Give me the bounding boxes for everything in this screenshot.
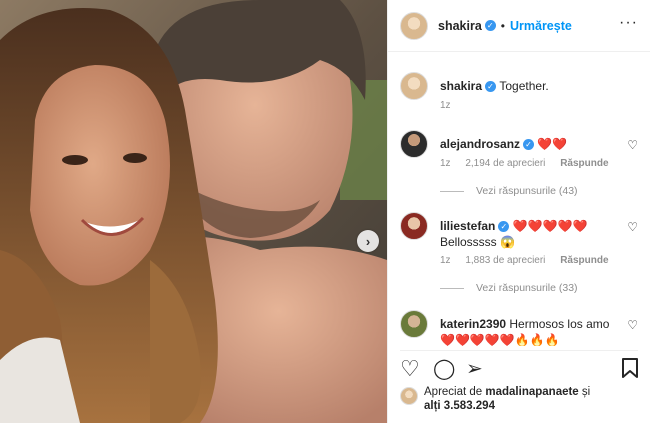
like-heart-icon[interactable]: ♡ [400, 358, 420, 380]
view-replies-label: Vezi răspunsurile (43) [476, 185, 578, 197]
likes-prefix: Apreciat de [424, 386, 483, 398]
comment-icon[interactable]: ◯ [433, 359, 455, 379]
follow-button[interactable]: Urmărește [510, 19, 572, 33]
comment-text: liliestefan ✓ ❤️❤️❤️❤️❤️ Bellosssss 😱 [440, 218, 618, 250]
next-photo-button[interactable]: › [357, 230, 379, 252]
divider-line [440, 190, 464, 192]
view-replies-button[interactable]: Vezi răspunsurile (33) [440, 282, 578, 294]
instagram-post: › shakira ✓ • Urmărește ··· shakira ✓ Tog… [0, 0, 650, 423]
caption-body: Together. [499, 79, 549, 93]
likes-text: Apreciat de madalinapanaete și alți 3.58… [424, 385, 590, 413]
verified-badge-icon: ✓ [523, 139, 535, 151]
comment-body: ❤️❤️❤️❤️❤️ [512, 219, 588, 233]
chevron-right-icon: › [365, 233, 371, 249]
view-replies-label: Vezi răspunsurile (33) [476, 282, 578, 294]
like-comment-heart-icon[interactable]: ♡ [627, 138, 638, 152]
comment-time: 1z [440, 255, 451, 266]
reply-button[interactable]: Răspunde [560, 255, 608, 266]
avatar[interactable] [400, 212, 428, 240]
comment-likes[interactable]: 1,883 de aprecieri [465, 255, 545, 266]
view-replies-button[interactable]: Vezi răspunsurile (43) [440, 185, 578, 197]
share-icon[interactable]: ➢ [466, 359, 483, 379]
comment-text: alejandrosanz ✓ ❤️❤️ [440, 136, 618, 152]
verified-badge-icon: ✓ [484, 20, 496, 31]
comment-body-line-2: ❤️❤️❤️❤️❤️🔥🔥🔥 [440, 333, 560, 346]
comment-text: katerin2390 Hermosos los amo ❤️❤️❤️❤️❤️🔥… [440, 316, 618, 346]
comment-body-line-2: Bellosssss 😱 [440, 235, 515, 249]
comment-meta: 1z 2,194 de aprecieri Răspunde [440, 158, 621, 169]
username[interactable]: shakira [438, 19, 482, 33]
post-header: shakira ✓ • Urmărește ··· [388, 0, 650, 52]
avatar[interactable] [400, 130, 428, 158]
bookmark-icon[interactable] [622, 358, 638, 382]
comments-list: shakira ✓ Together. 1z alejandrosanz ✓ ❤️❤… [388, 52, 650, 346]
divider-line [440, 287, 464, 289]
liker-username[interactable]: madalinapanaete [485, 386, 578, 398]
separator-dot: • [500, 18, 505, 33]
action-bar: ♡ ◯ ➢ [400, 350, 638, 381]
caption-text: shakira ✓ Together. [440, 78, 618, 94]
caption-username[interactable]: shakira [440, 79, 482, 93]
comment-username[interactable]: liliestefan [440, 219, 495, 233]
like-comment-heart-icon[interactable]: ♡ [627, 318, 638, 332]
comment-username[interactable]: alejandrosanz [440, 137, 520, 151]
verified-badge-icon: ✓ [485, 81, 497, 93]
likes-count[interactable]: alți 3.583.294 [424, 400, 495, 412]
comment-meta: 1z 1,883 de aprecieri Răspunde [440, 255, 621, 266]
caption-meta: 1z [440, 100, 463, 111]
caption-time: 1z [440, 100, 451, 111]
avatar[interactable] [400, 11, 428, 40]
post-photo[interactable]: › [0, 0, 387, 423]
post-sidebar: shakira ✓ • Urmărește ··· shakira ✓ Toget… [387, 0, 650, 423]
comment-body: ❤️❤️ [537, 137, 568, 151]
comment-likes[interactable]: 2,194 de aprecieri [465, 158, 545, 169]
comment-body: Hermosos los amo [509, 317, 610, 331]
reply-button[interactable]: Răspunde [560, 158, 608, 169]
avatar[interactable] [400, 387, 418, 405]
avatar[interactable] [400, 310, 428, 338]
verified-badge-icon: ✓ [498, 221, 510, 233]
likes-suffix: și [581, 386, 591, 398]
like-comment-heart-icon[interactable]: ♡ [627, 220, 638, 234]
more-options-icon[interactable]: ··· [619, 14, 638, 32]
photo-illustration [0, 0, 387, 423]
comment-time: 1z [440, 158, 451, 169]
comment-username[interactable]: katerin2390 [440, 317, 506, 331]
avatar[interactable] [400, 72, 428, 100]
